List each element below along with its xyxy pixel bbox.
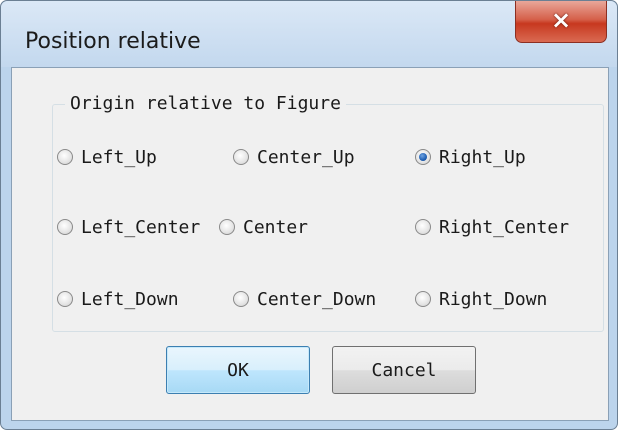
close-icon: × xyxy=(550,6,572,34)
origin-groupbox: Origin relative to Figure Left_Up Center… xyxy=(52,93,604,332)
radio-center-up[interactable]: Center_Up xyxy=(233,143,355,171)
radio-label: Right_Down xyxy=(439,288,548,310)
radio-center-down[interactable]: Center_Down xyxy=(233,285,376,313)
radio-label: Center_Down xyxy=(257,288,377,310)
title-bar[interactable]: Position relative × xyxy=(1,1,617,67)
radio-button-selected-icon[interactable] xyxy=(415,149,431,165)
radio-left-down[interactable]: Left_Down xyxy=(57,285,179,313)
radio-right-up[interactable]: Right_Up xyxy=(415,143,526,171)
radio-label: Left_Up xyxy=(81,146,157,168)
radio-button-icon[interactable] xyxy=(233,291,249,307)
radio-button-icon[interactable] xyxy=(233,149,249,165)
dialog-body: Origin relative to Figure Left_Up Center… xyxy=(11,67,609,421)
radio-right-down[interactable]: Right_Down xyxy=(415,285,547,313)
radio-left-up[interactable]: Left_Up xyxy=(57,143,157,171)
radio-label: Right_Center xyxy=(439,216,570,238)
radio-left-center[interactable]: Left_Center xyxy=(57,213,200,241)
radio-button-icon[interactable] xyxy=(415,291,431,307)
radio-button-icon[interactable] xyxy=(57,219,73,235)
radio-label: Left_Center xyxy=(81,216,201,238)
radio-button-icon[interactable] xyxy=(219,219,235,235)
dialog-title: Position relative xyxy=(25,29,201,54)
radio-center[interactable]: Center xyxy=(219,213,308,241)
radio-button-icon[interactable] xyxy=(57,149,73,165)
radio-button-icon[interactable] xyxy=(57,291,73,307)
ok-button[interactable]: OK xyxy=(166,346,310,394)
radio-right-center[interactable]: Right_Center xyxy=(415,213,569,241)
radio-label: Center xyxy=(243,216,309,238)
radio-label: Right_Up xyxy=(439,146,526,168)
radio-button-icon[interactable] xyxy=(415,219,431,235)
radio-label: Left_Down xyxy=(81,288,179,310)
groupbox-label: Origin relative to Figure xyxy=(65,93,346,115)
cancel-button[interactable]: Cancel xyxy=(332,346,476,394)
close-button[interactable]: × xyxy=(515,1,607,43)
radio-label: Center_Up xyxy=(257,146,355,168)
dialog-window: Position relative × Origin relative to F… xyxy=(0,0,618,430)
